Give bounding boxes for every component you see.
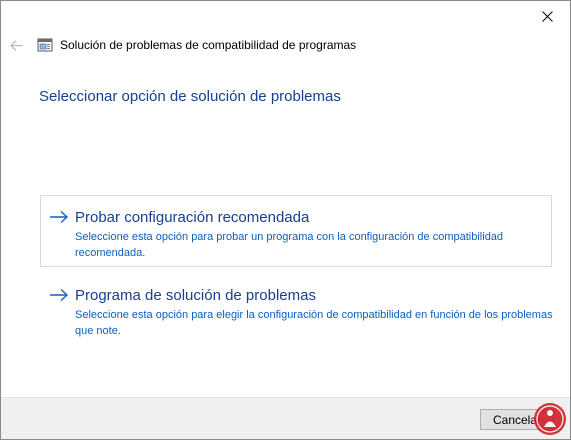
- option-description: Seleccione esta opción para elegir la co…: [75, 309, 553, 337]
- option-troubleshoot-program[interactable]: Programa de solución de problemas Selecc…: [40, 273, 553, 345]
- title-bar: Solución de problemas de compatibilidad …: [1, 33, 521, 57]
- option-try-recommended-settings[interactable]: Probar configuración recomendada Selecci…: [40, 195, 552, 267]
- arrow-right-icon: [50, 210, 69, 224]
- option-title: Probar configuración recomendada: [75, 208, 310, 226]
- back-arrow-icon: [9, 39, 22, 51]
- window-title: Solución de problemas de compatibilidad …: [60, 38, 357, 52]
- compatibility-troubleshooter-icon: [37, 37, 53, 53]
- site-logo-icon: [534, 403, 566, 435]
- troubleshooter-window: Solución de problemas de compatibilidad …: [0, 0, 571, 440]
- arrow-right-icon: [50, 288, 69, 302]
- option-description: Seleccione esta opción para probar un pr…: [75, 231, 504, 259]
- dialog-footer: Cancelar: [1, 397, 570, 439]
- page-heading: Seleccionar opción de solución de proble…: [39, 88, 341, 105]
- close-icon: [541, 11, 553, 22]
- back-button[interactable]: [1, 33, 31, 57]
- option-title: Programa de solución de problemas: [75, 286, 316, 304]
- close-button[interactable]: [524, 1, 570, 32]
